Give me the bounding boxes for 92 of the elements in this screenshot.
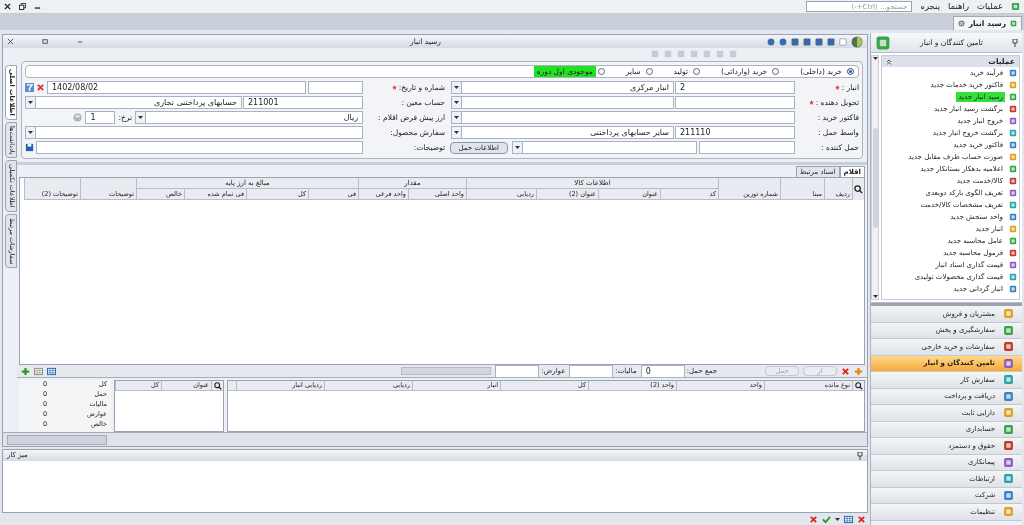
menu-item[interactable]: پنجره xyxy=(920,0,940,13)
caret-icon xyxy=(454,131,459,134)
close-icon[interactable] xyxy=(4,3,11,10)
search-icon[interactable] xyxy=(213,381,222,390)
caret-icon xyxy=(454,101,459,104)
module-icon xyxy=(1003,390,1014,402)
caret-icon xyxy=(872,295,878,298)
grid-icon[interactable] xyxy=(47,366,56,376)
dropdown-field[interactable] xyxy=(25,126,363,139)
operation-icon xyxy=(1009,213,1017,221)
dropdown-field[interactable] xyxy=(512,141,697,154)
text-field[interactable]: 211110 xyxy=(675,126,795,139)
pin-icon[interactable] xyxy=(857,451,863,460)
menu-item[interactable]: عملیات xyxy=(977,0,1003,13)
grid-icon[interactable] xyxy=(844,514,853,524)
operation-icon xyxy=(1009,177,1017,185)
module-icon xyxy=(1003,308,1014,320)
operation-icon xyxy=(1009,69,1017,77)
required-icon xyxy=(391,85,397,90)
scrollbar[interactable] xyxy=(401,367,492,375)
dropdown-field[interactable] xyxy=(451,96,674,109)
caret-icon xyxy=(454,86,459,89)
module-icon xyxy=(1003,506,1014,518)
grid-icon[interactable] xyxy=(34,366,43,376)
operation-icon xyxy=(1009,141,1017,149)
refresh-icon[interactable] xyxy=(73,113,83,122)
text-field[interactable] xyxy=(699,141,795,154)
operation-icon xyxy=(1009,249,1017,257)
module-icon xyxy=(1003,489,1014,501)
caret-icon xyxy=(28,131,33,134)
operation-icon xyxy=(1009,201,1017,209)
caret-icon xyxy=(138,116,143,119)
dropdown-field[interactable]: سایر حسابهای پرداختنی xyxy=(451,126,674,139)
caret-icon xyxy=(28,101,33,104)
module-icon xyxy=(1003,341,1014,353)
text-field[interactable] xyxy=(36,141,363,154)
app-icon xyxy=(1011,2,1020,11)
document-icon xyxy=(1010,20,1017,27)
collapse-icon[interactable] xyxy=(886,58,892,65)
add-icon[interactable] xyxy=(21,366,30,376)
dropdown-field[interactable]: انبار مرکزی xyxy=(451,81,674,94)
module-icon xyxy=(1003,324,1014,336)
text-field[interactable] xyxy=(308,81,363,94)
operation-icon xyxy=(1009,93,1017,101)
caret-icon xyxy=(515,146,520,149)
module-icon xyxy=(1003,407,1014,419)
dropdown-field[interactable] xyxy=(451,111,795,124)
check-icon[interactable] xyxy=(822,514,831,524)
module-icon xyxy=(1003,473,1014,485)
text-field[interactable]: 1402/08/02 xyxy=(47,81,306,94)
module-icon xyxy=(1003,423,1014,435)
search-icon[interactable] xyxy=(854,381,863,390)
module-icon xyxy=(1003,374,1014,386)
required-icon xyxy=(808,100,814,105)
operation-icon xyxy=(1009,273,1017,281)
required-icon xyxy=(834,85,840,90)
operation-icon xyxy=(1009,225,1017,233)
scrollbar[interactable] xyxy=(871,55,879,300)
clear-icon[interactable] xyxy=(36,83,45,92)
pin-icon[interactable] xyxy=(1012,38,1018,47)
operation-icon xyxy=(1009,189,1017,197)
close-icon[interactable] xyxy=(7,38,14,45)
document-icon[interactable] xyxy=(839,37,847,46)
operation-icon xyxy=(1009,153,1017,161)
modules-icon xyxy=(875,34,891,51)
caret-icon xyxy=(835,517,840,521)
filter-icon[interactable] xyxy=(25,83,34,92)
text-field[interactable]: 1 xyxy=(85,111,116,124)
module-icon xyxy=(1003,440,1014,452)
operation-icon xyxy=(1009,165,1017,173)
restore-icon[interactable] xyxy=(19,3,26,10)
operation-icon xyxy=(1009,117,1017,125)
caret-icon xyxy=(454,116,459,119)
module-icon xyxy=(1003,357,1014,369)
operation-icon xyxy=(1009,285,1017,293)
add-icon[interactable] xyxy=(854,366,863,376)
text-field[interactable]: 211001 xyxy=(243,96,363,109)
operation-icon xyxy=(1009,261,1017,269)
delete-icon[interactable] xyxy=(841,366,850,376)
caret-icon xyxy=(872,57,878,60)
logo-icon xyxy=(851,35,863,48)
dropdown-field[interactable]: ریال xyxy=(135,111,363,124)
text-field[interactable] xyxy=(675,96,795,109)
search-icon[interactable] xyxy=(854,184,863,194)
operation-icon xyxy=(1009,105,1017,113)
operation-icon xyxy=(1009,237,1017,245)
text-field[interactable]: 2 xyxy=(675,81,795,94)
operation-icon xyxy=(1009,81,1017,89)
module-icon xyxy=(1003,456,1014,468)
operation-icon xyxy=(1009,129,1017,137)
menu-item[interactable]: راهنما xyxy=(948,0,970,13)
dropdown-field[interactable]: حسابهای پرداختنی تجاری xyxy=(25,96,242,109)
